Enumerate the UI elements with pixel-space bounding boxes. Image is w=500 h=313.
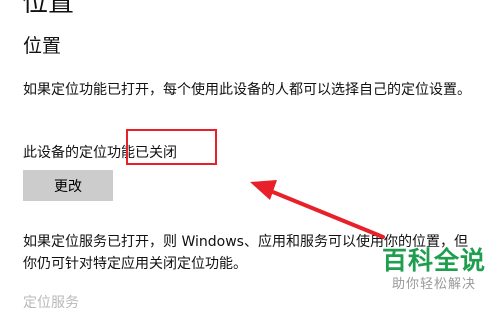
location-service-heading: 定位服务 bbox=[23, 295, 79, 311]
location-status-text: 此设备的定位功能已关闭 bbox=[23, 145, 177, 161]
watermark-subtitle: 助你轻松解决 bbox=[391, 277, 476, 292]
change-button[interactable]: 更改 bbox=[23, 170, 113, 201]
page-heading: 位置 bbox=[22, 0, 75, 18]
watermark-title: 百科全说 bbox=[381, 246, 486, 275]
arrow-head-icon bbox=[250, 180, 277, 200]
watermark: 百科全说 助你轻松解决 bbox=[374, 246, 494, 294]
location-section-title: 位置 bbox=[23, 35, 62, 57]
arrow-shaft bbox=[266, 188, 385, 239]
location-description: 如果定位功能已打开，每个使用此设备的人都可以选择自己的定位设置。 bbox=[23, 82, 471, 98]
